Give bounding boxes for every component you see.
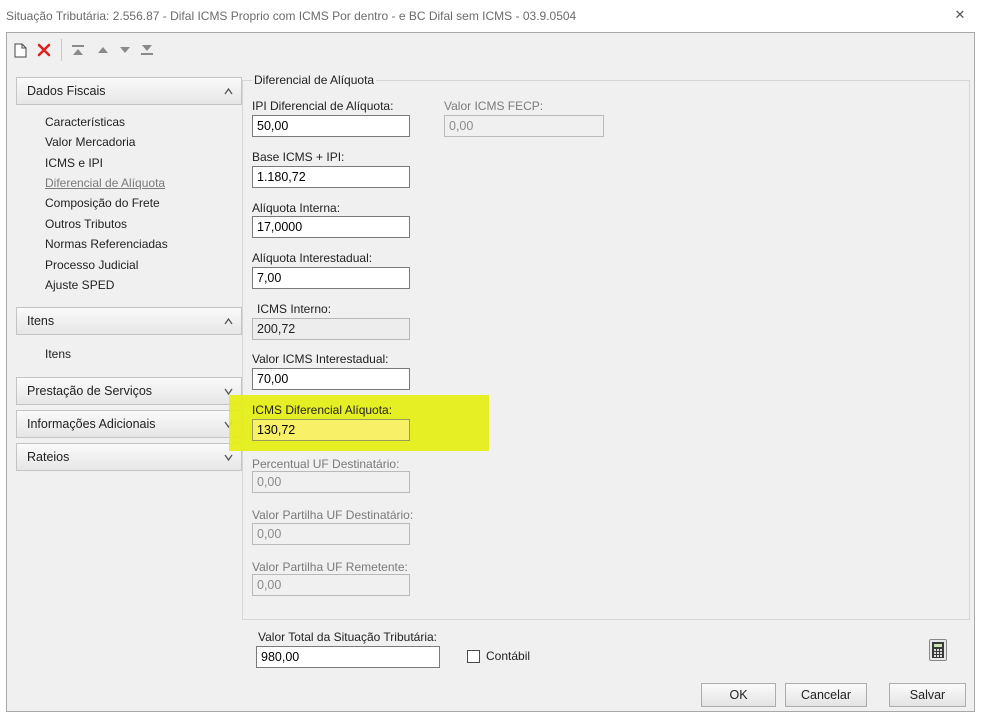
group-label: Rateios	[27, 450, 70, 464]
valor-partilha-uf-dest-input[interactable]: 0,00	[252, 523, 410, 545]
save-button[interactable]: Salvar	[889, 683, 966, 707]
aliquota-interna-input[interactable]: 17,0000	[252, 216, 410, 238]
close-icon[interactable]: ✕	[952, 7, 968, 23]
ipi-dif-aliquota-label: IPI Diferencial de Alíquota:	[252, 99, 394, 113]
sidebar-item-caracteristicas[interactable]: Características	[45, 115, 125, 129]
sidebar-item-valor-mercadoria[interactable]: Valor Mercadoria	[45, 135, 135, 149]
sidebar-item-diferencial-aliquota[interactable]: Diferencial de Alíquota	[45, 176, 165, 190]
valor-partilha-uf-rem-label: Valor Partilha UF Remetente:	[252, 560, 408, 574]
toolbar-separator	[61, 39, 62, 61]
valor-icms-interestadual-input[interactable]: 70,00	[252, 368, 410, 390]
valor-total-label: Valor Total da Situação Tributária:	[258, 630, 437, 644]
toolbar	[7, 33, 974, 67]
icms-dif-aliquota-input[interactable]: 130,72	[252, 419, 410, 441]
sidebar-item-normas-referenciadas[interactable]: Normas Referenciadas	[45, 237, 168, 251]
group-label: Dados Fiscais	[27, 84, 106, 98]
group-label: Informações Adicionais	[27, 417, 156, 431]
move-last-icon[interactable]	[138, 41, 156, 59]
sidebar-item-ajuste-sped[interactable]: Ajuste SPED	[45, 278, 114, 292]
contabil-label: Contábil	[486, 649, 531, 663]
icms-interno-input[interactable]: 200,72	[252, 318, 410, 340]
ok-button[interactable]: OK	[701, 683, 776, 707]
valor-partilha-uf-rem-input[interactable]: 0,00	[252, 574, 410, 596]
sidebar-item-itens[interactable]: Itens	[45, 347, 71, 361]
group-informacoes-adicionais[interactable]: Informações Adicionais	[16, 410, 242, 438]
title-bar: Situação Tributária: 2.556.87 - Difal IC…	[0, 0, 982, 32]
group-label: Itens	[27, 314, 55, 328]
calculator-icon[interactable]	[929, 639, 947, 661]
contabil-checkbox[interactable]	[467, 650, 480, 663]
move-down-icon[interactable]	[116, 41, 134, 59]
aliquota-interna-label: Alíquota Interna:	[252, 201, 341, 215]
group-label: Prestação de Serviços	[27, 384, 153, 398]
sidebar-item-outros-tributos[interactable]: Outros Tributos	[45, 217, 127, 231]
delete-icon[interactable]	[35, 41, 53, 59]
icms-interno-label: ICMS Interno:	[257, 302, 332, 316]
base-icms-ipi-label: Base ICMS + IPI:	[252, 150, 345, 164]
sidebar-item-icms-ipi[interactable]: ICMS e IPI	[45, 156, 103, 170]
valor-icms-fecp-label: Valor ICMS FECP:	[444, 99, 544, 113]
valor-icms-interestadual-label: Valor ICMS Interestadual:	[252, 352, 389, 366]
window-title: Situação Tributária: 2.556.87 - Difal IC…	[6, 9, 577, 23]
ipi-dif-aliquota-input[interactable]: 50,00	[252, 115, 410, 137]
sidebar: Dados Fiscais Características Valor Merc…	[16, 77, 244, 471]
section-title: Diferencial de Alíquota	[252, 73, 377, 87]
aliquota-interestadual-input[interactable]: 7,00	[252, 267, 410, 289]
valor-total-input[interactable]: 980,00	[256, 646, 440, 668]
percentual-uf-dest-input[interactable]: 0,00	[252, 471, 410, 493]
valor-partilha-uf-dest-label: Valor Partilha UF Destinatário:	[252, 508, 414, 522]
group-dados-fiscais[interactable]: Dados Fiscais	[16, 77, 242, 105]
icms-dif-aliquota-label: ICMS Diferencial Alíquota:	[252, 403, 393, 417]
valor-icms-fecp-input[interactable]: 0,00	[444, 115, 604, 137]
move-up-icon[interactable]	[94, 41, 112, 59]
cancel-button[interactable]: Cancelar	[785, 683, 867, 707]
base-icms-ipi-input[interactable]: 1.180,72	[252, 166, 410, 188]
move-first-icon[interactable]	[69, 41, 87, 59]
new-document-icon[interactable]	[11, 41, 29, 59]
chevron-up-icon[interactable]	[224, 78, 233, 115]
group-prestacao-servicos[interactable]: Prestação de Serviços	[16, 377, 242, 405]
group-rateios[interactable]: Rateios	[16, 443, 242, 471]
aliquota-interestadual-label: Alíquota Interestadual:	[252, 251, 373, 265]
sidebar-item-processo-judicial[interactable]: Processo Judicial	[45, 258, 138, 272]
dialog-window: Dados Fiscais Características Valor Merc…	[6, 32, 975, 712]
group-itens[interactable]: Itens	[16, 307, 242, 335]
percentual-uf-dest-label: Percentual UF Destinatário:	[252, 457, 400, 471]
sidebar-item-composicao-frete[interactable]: Composição do Frete	[45, 196, 160, 210]
chevron-up-icon[interactable]	[224, 308, 233, 345]
